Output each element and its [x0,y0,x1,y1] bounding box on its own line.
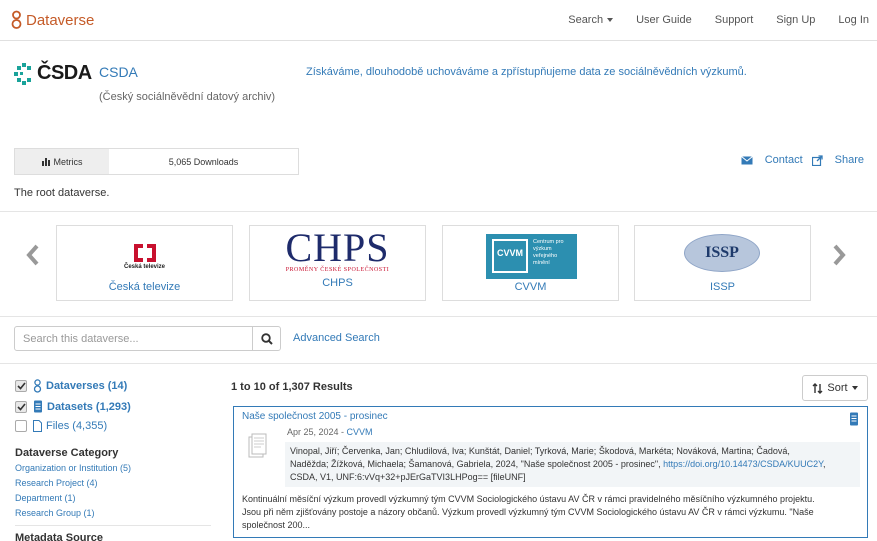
check-icon [16,382,26,390]
csda-logo[interactable]: ČSDA [14,62,92,85]
facet-metadata-source-title: Metadata Source [15,532,104,541]
result-dataverse-link[interactable]: CVVM [347,427,373,437]
bar-chart-icon [41,157,51,166]
top-navbar: Dataverse Search User Guide Support Sign… [0,0,877,41]
cvvm-logo-mark: CVVM [492,239,528,273]
dataverse-name[interactable]: CSDA [99,64,138,80]
facet-label: Dataverses (14) [46,380,128,392]
share-icon [811,154,823,166]
envelope-icon [740,155,753,164]
card-caption: CHPS [322,277,353,289]
facet-label: Datasets (1,293) [47,400,131,413]
chevron-down-icon [851,386,858,390]
ceska-televize-logo-icon [134,244,156,262]
brand-name: Dataverse [26,11,95,29]
result-date: Apr 25, 2024 - CVVM [287,427,373,437]
card-caption: ISSP [709,281,736,293]
nav-log-in[interactable]: Log In [838,14,869,26]
datasets-checkbox[interactable] [15,400,27,413]
result-description: Kontinuální měsíční výzkum provedl výzku… [242,494,815,530]
dataverse-tagline: Získáváme, dlouhodobě uchováváme a zpřís… [306,66,747,78]
chevron-right-icon[interactable] [831,244,847,266]
downloads-count: 5,065 Downloads [168,156,239,167]
facet-label: Files (4,355) [46,420,108,432]
carousel-card-chps[interactable]: CHPS PROMĚNY ČESKÉ SPOLEČNOSTI CHPS [249,225,426,301]
nav-user-guide[interactable]: User Guide [636,14,692,26]
doi-link[interactable]: https://doi.org/10.14473/CSDA/KUUC2Y [663,459,823,469]
cvvm-logo: CVVM Centrum pro výzkum veřejného mínění [486,234,577,279]
csda-mark-icon [14,62,31,85]
facet-datasets[interactable]: Datasets (1,293) [15,400,131,413]
metrics-panel: Metrics 5,065 Downloads [14,148,299,175]
result-item: Naše společnost 2005 - prosinec Apr 25, … [233,406,868,538]
cvvm-logo-subtext: Centrum pro výzkum veřejného mínění [533,239,564,266]
result-citation: Vinopal, Jiří; Červenka, Jan; Chludilová… [285,442,860,487]
files-checkbox[interactable] [15,420,27,432]
csda-logo-text: ČSDA [37,62,92,84]
issp-logo-text: ISSP [705,244,739,261]
carousel-card-issp[interactable]: ISSP ISSP [634,225,811,301]
dataverse-logo-icon [11,10,22,29]
chevron-left-icon[interactable] [25,244,41,266]
facet-files[interactable]: Files (4,355) [15,420,107,432]
sort-icon [812,382,823,394]
issp-logo: ISSP [684,234,760,272]
dataverses-checkbox[interactable] [15,380,27,392]
facet-category-item[interactable]: Department (1) [15,493,76,503]
ceska-televize-logo-text: Česká televize [123,264,166,270]
sort-button[interactable]: Sort [802,375,868,401]
chevron-down-icon [607,18,614,23]
check-icon [16,402,26,411]
search-icon [260,332,273,345]
facet-category-title: Dataverse Category [15,447,119,459]
divider [0,363,877,364]
dataverse-description: The root dataverse. [14,187,110,199]
dataverse-affiliation: (Český sociálněvědní datový archiv) [99,91,276,103]
dataset-thumbnail-icon [248,433,267,458]
dataset-icon [850,412,858,426]
nav-support[interactable]: Support [715,14,754,26]
dataverse-icon [33,379,42,393]
divider [0,211,877,212]
file-icon [33,420,42,432]
advanced-search-link[interactable]: Advanced Search [293,332,380,344]
result-title[interactable]: Naše společnost 2005 - prosinec [242,411,388,422]
card-caption: CVVM [514,281,547,293]
facet-category-item[interactable]: Research Project (4) [15,478,98,488]
nav-sign-up[interactable]: Sign Up [776,14,815,26]
search-input[interactable] [14,326,253,351]
chps-logo-subtext: PROMĚNY ČESKÉ SPOLEČNOSTI [285,267,390,273]
facet-category-item[interactable]: Organization or Institution (5) [15,463,131,473]
dataverse-brand[interactable]: Dataverse [10,10,94,30]
carousel-card-ceska-televize[interactable]: Česká televize Česká televize [56,225,233,301]
search-button[interactable] [252,326,281,351]
divider [15,525,211,526]
facet-dataverses[interactable]: Dataverses (14) [15,379,127,393]
results-count: 1 to 10 of 1,307 Results [231,381,353,393]
contact-button[interactable]: Contact [740,154,803,166]
card-caption: Česká televize [108,281,181,293]
share-button[interactable]: Share [811,154,864,166]
metrics-label: Metrics [15,149,109,174]
dataset-icon [34,400,42,413]
chps-logo-text: CHPS [285,225,390,270]
facet-category-item[interactable]: Research Group (1) [15,508,95,518]
carousel-card-cvvm[interactable]: CVVM Centrum pro výzkum veřejného mínění… [442,225,619,301]
nav-search[interactable]: Search [568,14,614,26]
divider [0,316,877,317]
